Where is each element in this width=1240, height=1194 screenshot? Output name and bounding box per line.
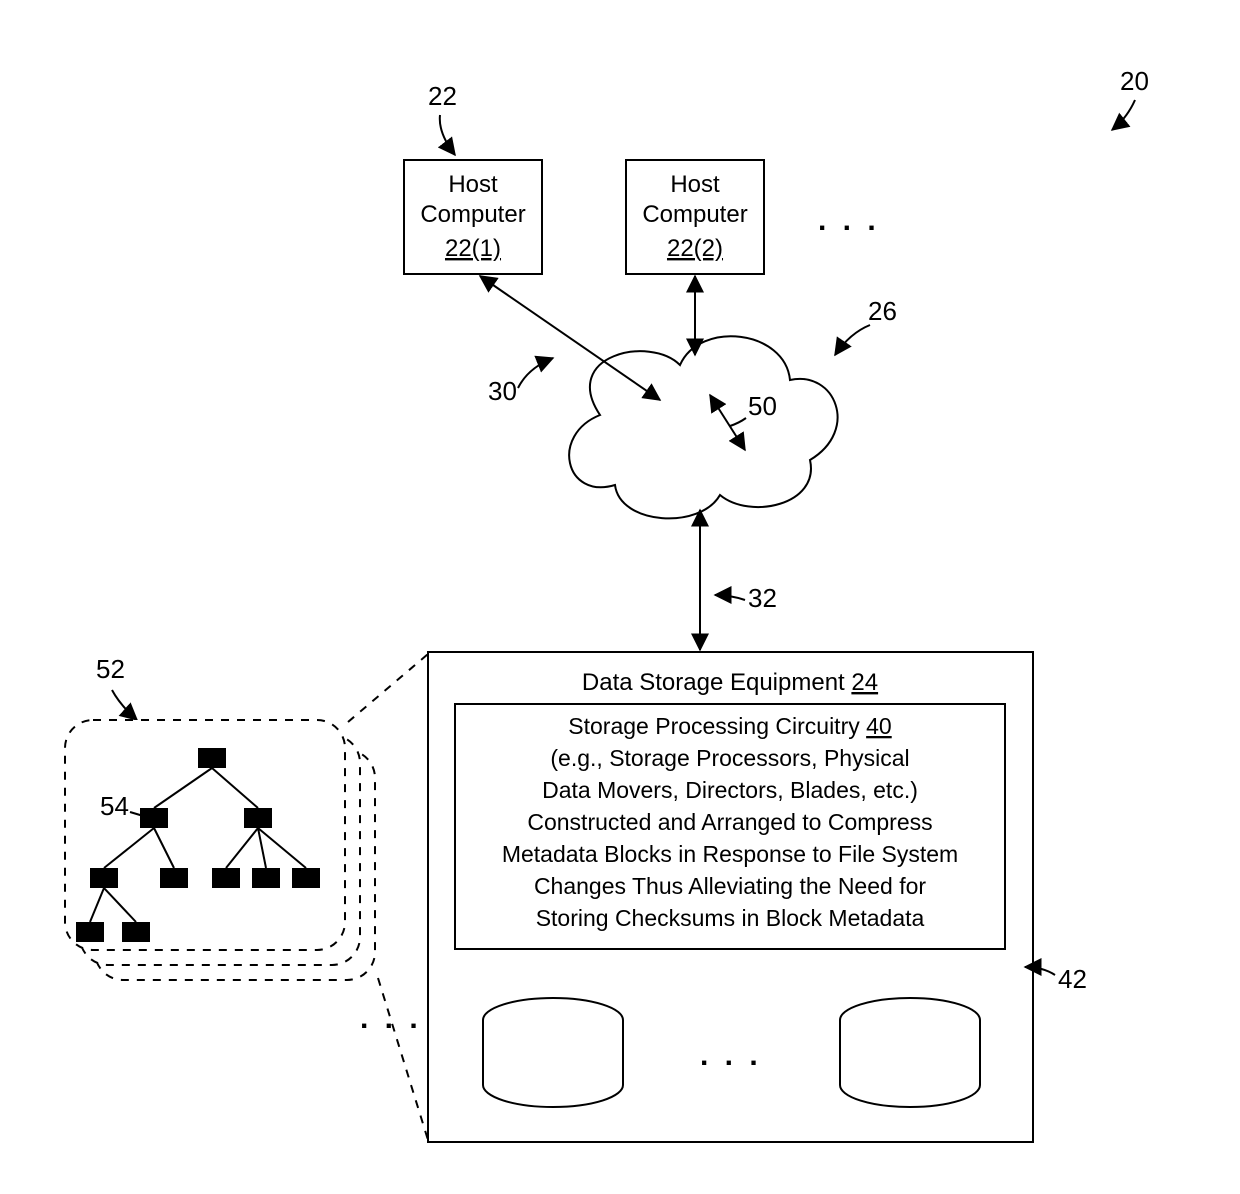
ref-22-arrow — [440, 115, 455, 155]
host2-id: 22(2) — [667, 235, 723, 262]
circuitry-title: Storage Processing Circuitry 40 — [568, 713, 891, 739]
network-cloud — [569, 336, 837, 518]
circuitry-line4: Constructed and Arranged to Compress — [527, 809, 932, 835]
projection-line-top — [348, 654, 428, 722]
ref-30-arrow — [518, 358, 553, 388]
ref-42: 42 — [1058, 964, 1087, 994]
tree-ellipsis: . . . — [360, 1002, 422, 1035]
ref-52: 52 — [96, 654, 125, 684]
circuitry-line2: (e.g., Storage Processors, Physical — [550, 745, 909, 771]
ref-32-arrow — [715, 595, 745, 600]
circuitry-line7: Storing Checksums in Block Metadata — [536, 905, 925, 931]
storage-title: Data Storage Equipment 24 — [582, 669, 878, 696]
circuitry-line6: Changes Thus Alleviating the Need for — [534, 873, 926, 899]
host2-line1: Host — [670, 171, 720, 198]
circuitry-line5: Metadata Blocks in Response to File Syst… — [502, 841, 958, 867]
ref-26: 26 — [868, 296, 897, 326]
ref-50: 50 — [748, 391, 777, 421]
host1-line2: Computer — [420, 201, 525, 228]
data-storage-equipment: Data Storage Equipment 24 Storage Proces… — [428, 652, 1033, 1142]
ref-20: 20 — [1120, 66, 1149, 96]
host-computer-2: Host Computer 22(2) — [626, 160, 764, 274]
disks-ellipsis: . . . — [700, 1039, 762, 1072]
hosts-ellipsis: . . . — [818, 204, 880, 237]
diagram-root: 20 22 Host Computer 22(1) Host Computer … — [0, 0, 1240, 1194]
ref-22: 22 — [428, 81, 457, 111]
circuitry-line3: Data Movers, Directors, Blades, etc.) — [542, 777, 918, 803]
storage-disk-left — [483, 998, 623, 1107]
host2-line2: Computer — [642, 201, 747, 228]
ref-54: 54 — [100, 791, 129, 821]
ref-32: 32 — [748, 583, 777, 613]
ref-30: 30 — [488, 376, 517, 406]
storage-disk-right — [840, 998, 980, 1107]
ref-26-arrow — [835, 325, 870, 355]
host-computer-1: Host Computer 22(1) — [404, 160, 542, 274]
ref-20-arrow — [1112, 100, 1135, 130]
host1-line1: Host — [448, 171, 498, 198]
storage-processing-circuitry: Storage Processing Circuitry 40 (e.g., S… — [455, 704, 1005, 949]
host1-id: 22(1) — [445, 235, 501, 262]
ref-52-arrow — [112, 690, 137, 720]
